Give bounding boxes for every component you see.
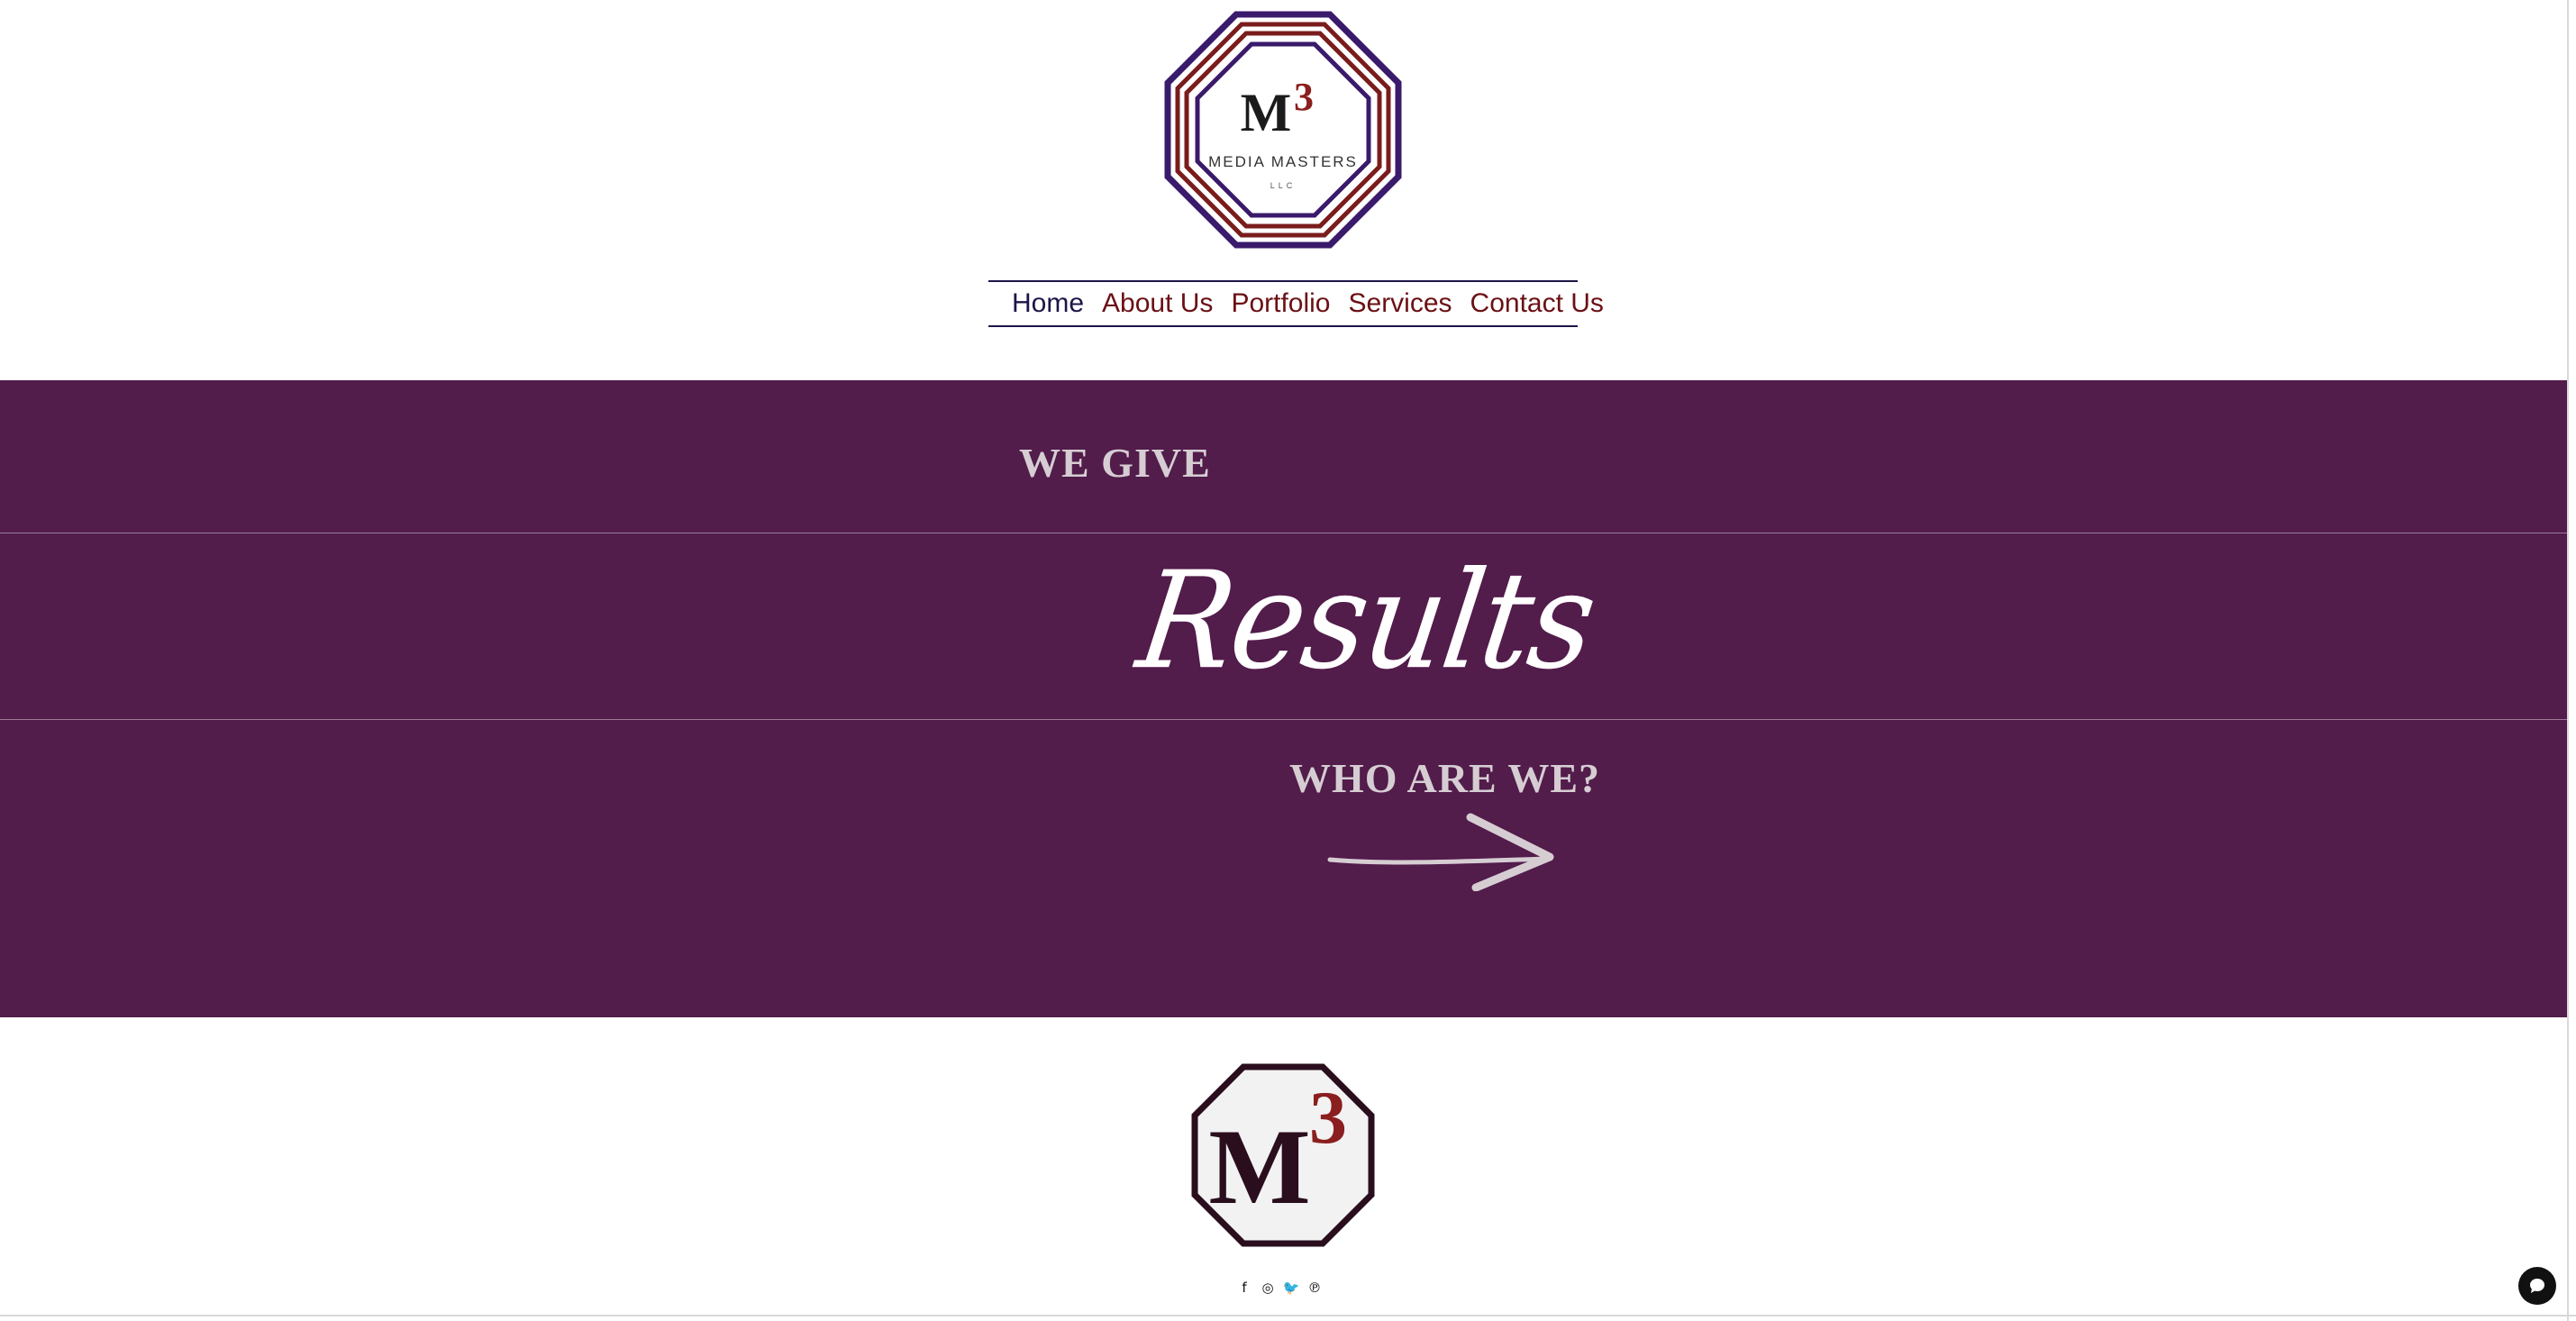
nav-item-home[interactable]: Home — [1012, 282, 1084, 325]
footer-logo[interactable]: M 3 — [1191, 1063, 1375, 1247]
hero-divider-bottom — [0, 719, 2567, 720]
scrollbar-edge — [2567, 0, 2569, 1321]
instagram-icon[interactable]: ◎ — [1260, 1278, 1276, 1298]
nav-item-about-us[interactable]: About Us — [1102, 282, 1213, 325]
footer-logo-monogram: M — [1208, 1107, 1310, 1226]
twitter-icon[interactable]: 🐦 — [1283, 1278, 1300, 1298]
header-logo[interactable]: M 3 MEDIA MASTERS LLC — [1164, 11, 1402, 249]
who-are-we-link[interactable]: WHO ARE WE? — [1289, 754, 1600, 802]
nav-item-services[interactable]: Services — [1349, 282, 1452, 325]
footer-logo-superscript: 3 — [1309, 1076, 1347, 1160]
page: M 3 MEDIA MASTERS LLC Home About Us Port… — [0, 0, 2576, 1321]
header-logo-superscript: 3 — [1294, 75, 1314, 119]
hero-tagline: WE GIVE — [1019, 440, 1211, 486]
page-bottom-edge — [0, 1315, 2576, 1316]
main-nav: Home About Us Portfolio Services Contact… — [988, 280, 1604, 327]
header-logo-monogram: M — [1241, 83, 1292, 142]
facebook-icon[interactable]: f — [1236, 1278, 1252, 1298]
arrow-right-icon[interactable] — [1324, 810, 1555, 892]
nav-item-portfolio[interactable]: Portfolio — [1231, 282, 1330, 325]
nav-item-contact-us[interactable]: Contact Us — [1470, 282, 1604, 325]
social-links: f ◎ 🐦 ℗ — [1236, 1278, 1323, 1298]
header-logo-suffix: LLC — [1270, 181, 1297, 190]
hero-section: WE GIVE Results WHO ARE WE? — [0, 380, 2567, 1017]
pinterest-icon[interactable]: ℗ — [1306, 1278, 1323, 1298]
chat-button[interactable] — [2518, 1267, 2556, 1305]
header-logo-name: MEDIA MASTERS — [1208, 153, 1358, 170]
hero-headline: Results — [1129, 542, 1604, 699]
chat-bubble-icon — [2530, 1279, 2544, 1293]
